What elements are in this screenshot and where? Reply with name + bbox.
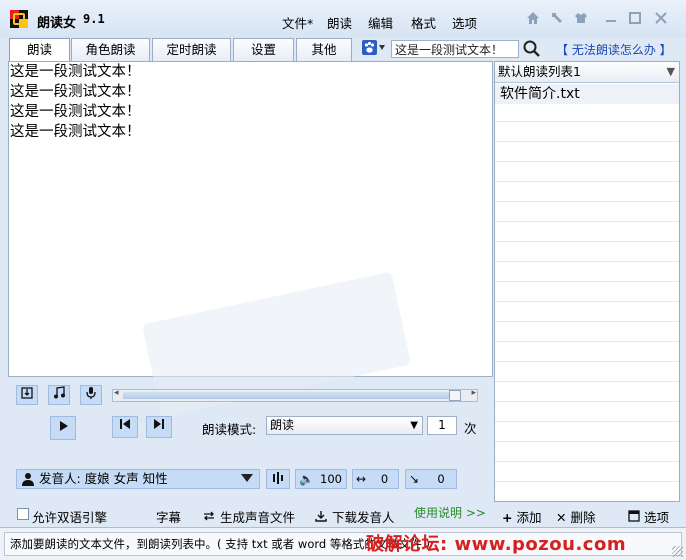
speed-value: 0 [380,472,389,486]
forum-watermark: 破解论坛: www.pozou.com [366,534,627,555]
speed-arrows-icon: ↔ [356,472,367,486]
search-input[interactable] [391,40,519,58]
speed-control[interactable]: ↔ 0 [352,469,399,489]
tools-icon[interactable] [548,11,566,27]
window-icon [628,510,640,522]
delete-label: 删除 [570,510,596,525]
music-note-icon[interactable] [48,385,70,405]
close-x-icon: ✕ [556,510,567,525]
tab-timed-read[interactable]: 定时朗读 [152,38,231,61]
home-icon[interactable] [524,11,542,27]
microphone-icon[interactable] [80,385,102,405]
chevron-down-icon: ▼ [410,420,418,431]
playlist-select-value: 默认朗读列表1 [498,64,581,79]
app-logo-icon [10,10,28,28]
tab-role-read[interactable]: 角色朗读 [71,38,150,61]
generate-audio-button[interactable]: 生成声音文件 [202,507,295,526]
progress-thumb[interactable] [449,390,461,401]
reading-mode-label: 朗读模式: [202,422,257,437]
chevron-down-icon [241,474,253,482]
add-button[interactable]: + 添加 [502,507,541,526]
skin-shirt-icon[interactable] [572,11,590,27]
voice-select[interactable]: 发音人: 度娘 女声 知性 [16,469,260,489]
tab-read[interactable]: 朗读 [9,38,70,62]
instructions-link[interactable]: 使用说明 >> [414,504,486,521]
playlist-item[interactable]: 软件简介.txt [495,84,679,104]
download-voice-label: 下载发音人 [331,510,395,525]
scroll-left-icon[interactable]: ◂ [114,388,119,398]
play-button[interactable] [50,416,76,440]
reading-controls: ◂ ▸ 朗读模式: 朗读 ▼ 1 次 发音人: 度娘 女声 知性 🔈 100 ↔… [8,378,494,502]
tab-settings[interactable]: 设置 [233,38,294,61]
volume-control[interactable]: 🔈 100 [295,469,347,489]
subtitles-button[interactable]: 字幕 [156,507,181,526]
text-line: 这是一段测试文本！ [10,104,141,120]
list-options-button[interactable]: 选项 [628,507,669,526]
volume-icon: 🔈 [299,472,314,486]
app-version: 9.1 [83,12,105,26]
repeat-unit-label: 次 [464,421,477,436]
repeat-count-input[interactable]: 1 [427,416,457,435]
generate-audio-label: 生成声音文件 [219,510,295,525]
add-label: 添加 [516,510,542,525]
progress-fill [123,392,453,399]
person-icon [22,473,34,486]
progress-scrollbar[interactable]: ◂ ▸ [112,388,478,402]
voice-level-button[interactable] [266,469,290,489]
loop-icon [204,511,214,521]
tab-bar: 朗读 角色朗读 定时朗读 设置 其他 【 无法朗读怎么办 】 [0,38,686,62]
download-voice-button[interactable]: 下载发音人 [314,507,395,526]
menu-file[interactable]: 文件* [282,13,313,32]
bilingual-checkbox[interactable] [17,508,29,520]
help-link-cannot-read[interactable]: 【 无法朗读怎么办 】 [556,41,672,58]
previous-track-button[interactable] [112,416,138,438]
reading-mode-select[interactable]: 朗读 ▼ [266,416,423,435]
text-line: 这是一段测试文本！ [10,84,141,100]
chevron-down-icon: ▼ [666,65,675,78]
pitch-value: 0 [437,472,445,486]
playlist-select[interactable]: 默认朗读列表1 ▼ [495,62,679,83]
close-icon[interactable] [652,11,670,27]
plus-icon: + [502,510,513,525]
playlist-panel: 默认朗读列表1 ▼ 软件简介.txt [494,61,680,502]
scroll-right-icon[interactable]: ▸ [471,388,476,398]
text-line: 这是一段测试文本！ [10,124,141,140]
menu-format[interactable]: 格式 [411,13,436,32]
download-icon [315,511,327,522]
text-line: 这是一段测试文本！ [10,64,141,80]
voice-label: 发音人: 度娘 女声 知性 [39,471,168,486]
menu-read[interactable]: 朗读 [327,13,352,32]
pitch-icon: ↘ [409,472,420,486]
tab-other[interactable]: 其他 [296,38,352,61]
menu-edit[interactable]: 编辑 [368,13,393,32]
title-bar: 朗读女 9.1 文件* 朗读 编辑 格式 选项 [0,0,686,38]
status-bar: 添加要朗读的文本文件，到朗读列表中。( 支持 txt 或者 word 等格式的文… [0,527,686,560]
menu-options[interactable]: 选项 [452,13,477,32]
bilingual-label: 允许双语引擎 [32,510,108,525]
pitch-control[interactable]: ↘ 0 [405,469,457,489]
resize-grip-icon[interactable] [672,546,683,557]
search-engine-paw-icon[interactable] [362,40,388,58]
minimize-icon[interactable] [602,11,620,27]
list-options-label: 选项 [643,510,669,525]
maximize-icon[interactable] [626,11,644,27]
delete-button[interactable]: ✕ 删除 [556,507,595,526]
search-icon[interactable] [522,39,542,59]
import-file-icon[interactable] [16,385,38,405]
bottom-toolbar: 允许双语引擎 字幕 生成声音文件 下载发音人 使用说明 >> + 添加 ✕ 删除… [8,502,686,527]
voice-level-icon [273,472,283,484]
reading-mode-value: 朗读 [270,418,295,432]
volume-value: 100 [320,472,342,486]
next-track-button[interactable] [146,416,172,438]
app-name: 朗读女 [37,16,77,31]
text-editor[interactable]: 这是一段测试文本！ 这是一段测试文本！ 这是一段测试文本！ 这是一段测试文本！ [8,61,493,418]
